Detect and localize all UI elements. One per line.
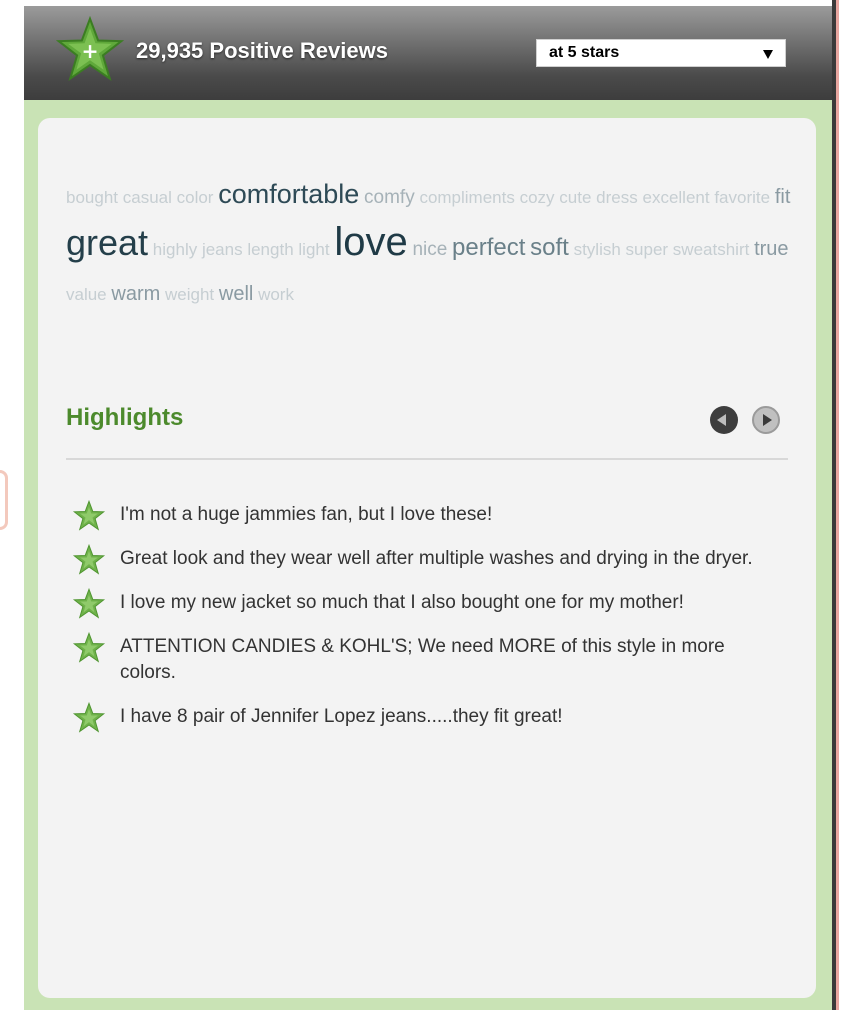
star-filter-select[interactable]: at 5 stars xyxy=(536,39,786,67)
word-cloud-term[interactable]: soft xyxy=(530,234,569,261)
word-cloud-term[interactable]: fit xyxy=(775,186,791,208)
word-cloud-term[interactable]: weight xyxy=(165,285,214,304)
star-filter-value: at 5 stars xyxy=(549,44,620,61)
dropdown-arrow-icon xyxy=(763,50,773,59)
highlights-title: Highlights xyxy=(66,404,184,431)
word-cloud-term[interactable]: warm xyxy=(111,283,160,305)
plus-star-icon: + xyxy=(56,16,124,82)
highlight-text: I love my new jacket so much that I also… xyxy=(120,592,684,613)
highlight-item: I love my new jacket so much that I also… xyxy=(72,588,772,619)
word-cloud-term[interactable]: cozy xyxy=(520,188,555,207)
word-cloud-term[interactable]: well xyxy=(219,283,253,305)
word-cloud-term[interactable]: nice xyxy=(412,239,447,260)
highlight-item: ATTENTION CANDIES & KOHL'S; We need MORE… xyxy=(72,632,772,686)
word-cloud: bought casual color comfortable comfy co… xyxy=(66,172,796,317)
positive-reviews-count: 29,935 Positive Reviews xyxy=(136,38,388,63)
word-cloud-term[interactable]: favorite xyxy=(714,188,770,207)
reviews-panel: bought casual color comfortable comfy co… xyxy=(38,118,816,998)
reviews-header: + 29,935 Positive Reviews at 5 stars xyxy=(24,6,832,100)
highlight-item: Great look and they wear well after mult… xyxy=(72,544,772,575)
word-cloud-term[interactable]: love xyxy=(334,220,407,264)
star-icon xyxy=(72,544,106,575)
word-cloud-term[interactable]: sweatshirt xyxy=(673,240,750,259)
word-cloud-term[interactable]: work xyxy=(258,285,294,304)
previous-highlight-button[interactable] xyxy=(710,406,738,434)
highlight-text: I'm not a huge jammies fan, but I love t… xyxy=(120,504,493,525)
word-cloud-term[interactable]: casual xyxy=(123,188,172,207)
star-icon xyxy=(72,632,106,663)
highlight-text: I have 8 pair of Jennifer Lopez jeans...… xyxy=(120,706,563,727)
word-cloud-term[interactable]: cute xyxy=(559,188,591,207)
word-cloud-term[interactable]: excellent xyxy=(642,188,709,207)
highlight-text: Great look and they wear well after mult… xyxy=(120,548,753,569)
word-cloud-term[interactable]: compliments xyxy=(419,188,514,207)
left-edge-accent xyxy=(0,470,8,530)
word-cloud-term[interactable]: dress xyxy=(596,188,638,207)
word-cloud-term[interactable]: light xyxy=(298,240,329,259)
highlights-divider xyxy=(66,458,788,460)
next-highlight-button[interactable] xyxy=(752,406,780,434)
word-cloud-term[interactable]: great xyxy=(66,222,148,263)
word-cloud-term[interactable]: comfortable xyxy=(218,179,359,209)
word-cloud-term[interactable]: bought xyxy=(66,188,118,207)
word-cloud-term[interactable]: color xyxy=(177,188,214,207)
word-cloud-term[interactable]: stylish xyxy=(574,240,621,259)
highlight-item: I have 8 pair of Jennifer Lopez jeans...… xyxy=(72,702,772,733)
star-icon xyxy=(72,500,106,531)
highlights-list: I'm not a huge jammies fan, but I love t… xyxy=(72,500,772,748)
highlight-item: I'm not a huge jammies fan, but I love t… xyxy=(72,500,772,531)
word-cloud-term[interactable]: jeans xyxy=(202,240,243,259)
positive-reviews-widget: + 29,935 Positive Reviews at 5 stars bou… xyxy=(24,6,832,1010)
svg-text:+: + xyxy=(81,39,98,63)
word-cloud-term[interactable]: highly xyxy=(153,240,197,259)
word-cloud-term[interactable]: true xyxy=(754,238,788,260)
star-icon xyxy=(72,702,106,733)
word-cloud-term[interactable]: value xyxy=(66,285,107,304)
word-cloud-term[interactable]: super xyxy=(626,240,669,259)
word-cloud-term[interactable]: perfect xyxy=(452,234,525,261)
word-cloud-term[interactable]: comfy xyxy=(364,187,415,208)
word-cloud-term[interactable]: length xyxy=(247,240,293,259)
highlight-text: ATTENTION CANDIES & KOHL'S; We need MORE… xyxy=(120,636,725,683)
right-edge-stripe xyxy=(836,0,839,1010)
star-icon xyxy=(72,588,106,619)
